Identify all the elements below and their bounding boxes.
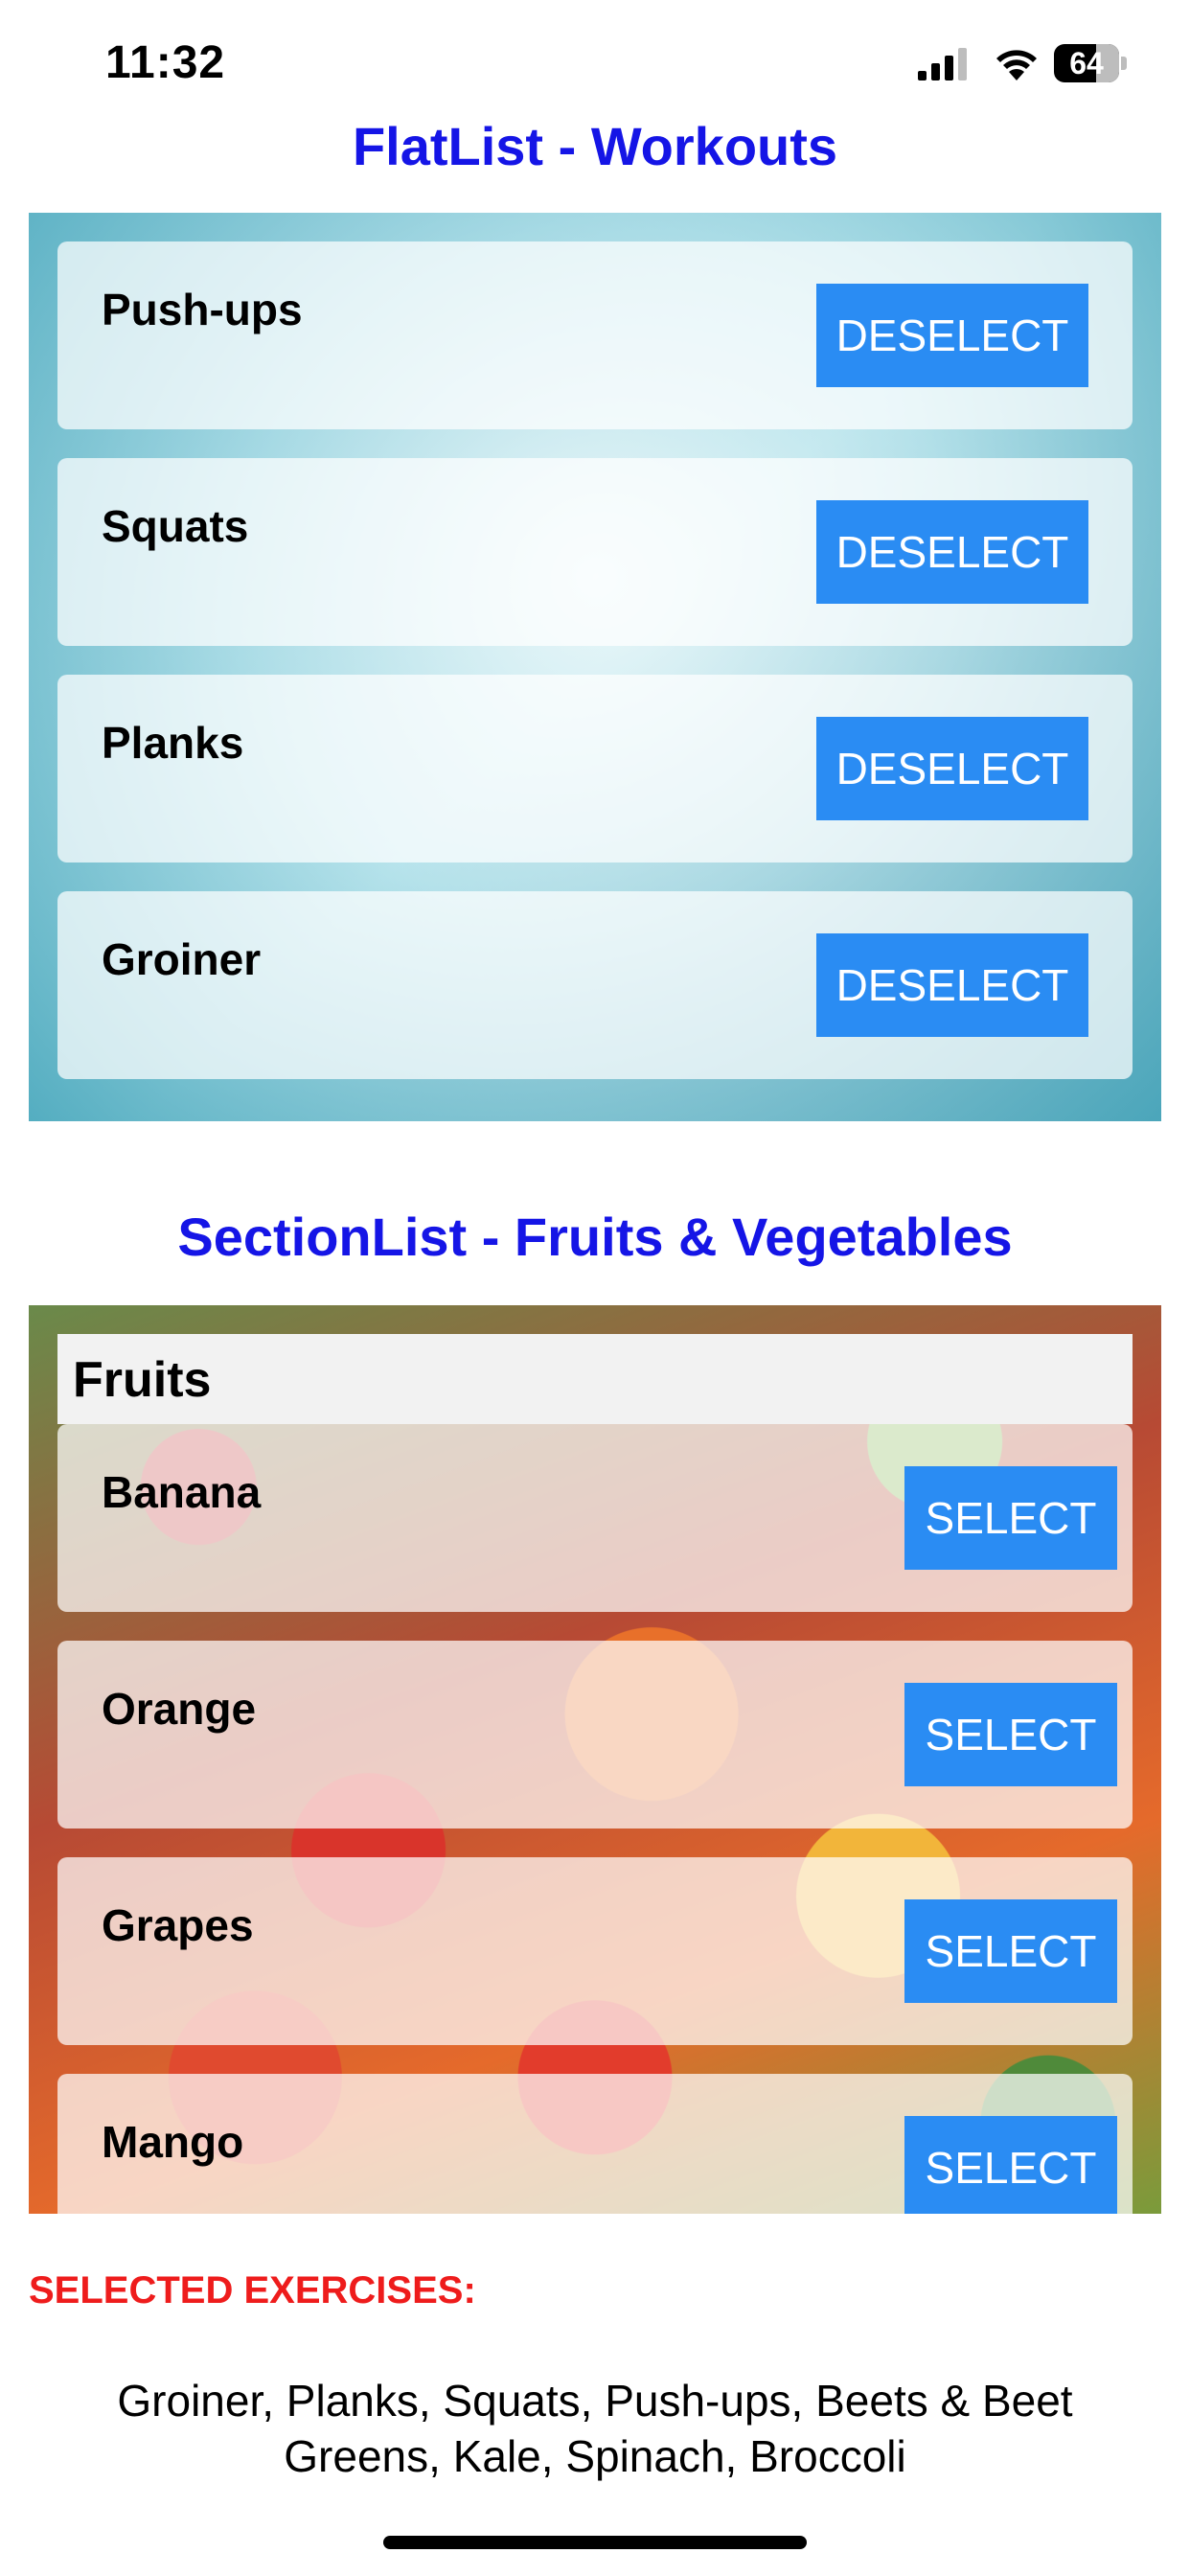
list-item: Groiner DESELECT (57, 891, 1133, 1079)
workouts-list[interactable]: Push-ups DESELECT Squats DESELECT Planks… (29, 213, 1161, 1121)
battery-level: 64 (1069, 46, 1104, 80)
select-button[interactable]: SELECT (904, 1466, 1117, 1570)
item-label: Groiner (102, 934, 262, 984)
list-item: Grapes SELECT (57, 1857, 1133, 2045)
list-item: Squats DESELECT (57, 458, 1133, 646)
select-button[interactable]: SELECT (904, 1899, 1117, 2003)
status-bar: 11:32 64 (0, 0, 1190, 115)
produce-title: SectionList - Fruits & Vegetables (177, 1207, 1013, 1267)
item-label: Planks (102, 718, 244, 768)
section-header: Fruits (57, 1334, 1133, 1424)
item-label: Squats (102, 501, 249, 551)
list-item: Orange SELECT (57, 1641, 1133, 1828)
produce-list[interactable]: Fruits Banana SELECT Orange SELECT Grape… (29, 1305, 1161, 2214)
deselect-button[interactable]: DESELECT (816, 284, 1088, 387)
workouts-title: FlatList - Workouts (352, 116, 838, 176)
list-item: Push-ups DESELECT (57, 242, 1133, 429)
item-label: Mango (102, 2117, 244, 2167)
section-header-label: Fruits (73, 1352, 212, 1408)
deselect-button[interactable]: DESELECT (816, 717, 1088, 820)
item-label: Banana (102, 1467, 262, 1517)
selected-items-text: Groiner, Planks, Squats, Push-ups, Beets… (117, 2376, 1073, 2481)
deselect-button[interactable]: DESELECT (816, 500, 1088, 604)
wifi-icon (996, 50, 1037, 80)
list-item: Mango SELECT (57, 2074, 1133, 2214)
battery-icon: 64 (1054, 44, 1127, 82)
signal-icon (918, 48, 967, 80)
deselect-button[interactable]: DESELECT (816, 933, 1088, 1037)
item-label: Push-ups (102, 285, 303, 334)
item-label: Grapes (102, 1900, 254, 1950)
selected-heading: SELECTED EXERCISES: (29, 2269, 476, 2312)
list-item: Banana SELECT (57, 1424, 1133, 1612)
list-item: Planks DESELECT (57, 675, 1133, 862)
status-time: 11:32 (105, 37, 226, 88)
item-label: Orange (102, 1684, 257, 1734)
select-button[interactable]: SELECT (904, 1683, 1117, 1786)
select-button[interactable]: SELECT (904, 2116, 1117, 2214)
home-indicator[interactable] (383, 2536, 807, 2549)
